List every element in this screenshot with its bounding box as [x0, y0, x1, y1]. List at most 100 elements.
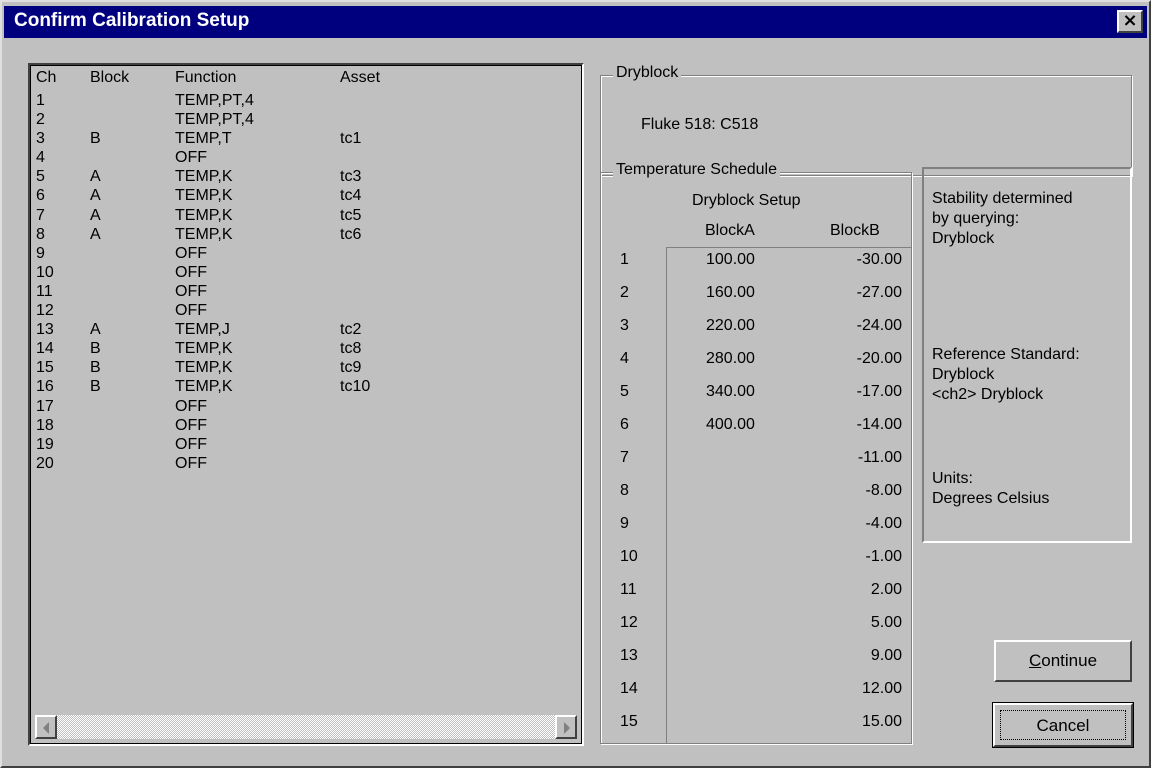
horizontal-scrollbar[interactable] — [35, 715, 577, 739]
row-function: TEMP,PT,4 — [175, 111, 254, 129]
block-b-heading: BlockB — [830, 222, 880, 239]
row-function: OFF — [175, 149, 207, 167]
list-item[interactable]: 12 OFF — [30, 301, 582, 320]
cancel-label: Cancel — [1000, 710, 1126, 740]
list-item[interactable]: 2 TEMP,PT,4 — [30, 110, 582, 129]
row-ch: 19 — [36, 435, 54, 453]
row-block: B — [90, 359, 101, 377]
schedule-step: 6 — [620, 416, 629, 433]
block-a-value: 100.00 — [706, 251, 755, 268]
list-item[interactable]: 5 A TEMP,K tc3 — [30, 167, 582, 186]
row-function: TEMP,K — [175, 359, 233, 377]
row-ch: 13 — [36, 321, 54, 339]
schedule-step: 14 — [620, 680, 638, 697]
row-function: TEMP,K — [175, 206, 233, 224]
list-item[interactable]: 4 OFF — [30, 148, 582, 167]
row-asset: tc2 — [340, 321, 362, 339]
row-asset: tc4 — [340, 187, 362, 205]
block-b-value: -1.00 — [865, 548, 902, 565]
row-ch: 18 — [36, 416, 54, 434]
dryblock-value: Fluke 518: C518 — [641, 116, 759, 133]
block-b-value: -20.00 — [856, 350, 902, 367]
continue-button[interactable]: Continue — [994, 640, 1132, 682]
list-item[interactable]: 13 A TEMP,J tc2 — [30, 320, 582, 339]
row-ch: 20 — [36, 454, 54, 472]
title-bar[interactable]: Confirm Calibration Setup × — [4, 6, 1147, 38]
window-title: Confirm Calibration Setup — [14, 10, 250, 31]
list-item[interactable]: 16 B TEMP,K tc10 — [30, 377, 582, 396]
list-item[interactable]: 1 TEMP,PT,4 — [30, 91, 582, 110]
list-item[interactable]: 19 OFF — [30, 435, 582, 454]
reference-line-3: <ch2> Dryblock — [932, 386, 1044, 403]
reference-line-2: Dryblock — [932, 366, 995, 383]
schedule-step: 4 — [620, 350, 629, 367]
row-block: A — [90, 206, 101, 224]
list-item[interactable]: 3 B TEMP,T tc1 — [30, 129, 582, 148]
schedule-row: 10 -1.00 — [600, 544, 912, 577]
block-b-value: -4.00 — [865, 515, 902, 532]
units-info: Units: Degrees Celsius — [932, 469, 1049, 509]
list-item[interactable]: 6 A TEMP,K tc4 — [30, 186, 582, 205]
list-item[interactable]: 9 OFF — [30, 244, 582, 263]
row-ch: 15 — [36, 359, 54, 377]
list-item[interactable]: 20 OFF — [30, 454, 582, 473]
channel-list[interactable]: Ch Block Function Asset 1 TEMP,PT,4 2 TEMP,… — [28, 63, 584, 746]
row-asset: tc8 — [340, 340, 362, 358]
row-function: OFF — [175, 397, 207, 415]
row-block: A — [90, 225, 101, 243]
row-ch: 1 — [36, 92, 45, 109]
schedule-row: 8 -8.00 — [600, 478, 912, 511]
arrow-left-icon — [43, 722, 49, 734]
block-a-value: 160.00 — [706, 284, 755, 301]
scroll-left-button[interactable] — [35, 715, 57, 739]
channel-rows: 1 TEMP,PT,4 2 TEMP,PT,4 3 B TEMP,T tc1 4 OFF 5 A TEM… — [30, 91, 582, 473]
list-item[interactable]: 7 A TEMP,K tc5 — [30, 206, 582, 225]
list-item[interactable]: 18 OFF — [30, 416, 582, 435]
schedule-row: 1 100.00 -30.00 — [600, 247, 912, 280]
row-asset: tc10 — [340, 378, 371, 396]
arrow-right-icon — [564, 722, 570, 734]
row-block: B — [90, 378, 101, 396]
row-block: B — [90, 130, 101, 148]
block-b-value: 5.00 — [870, 614, 902, 631]
list-item[interactable]: 10 OFF — [30, 263, 582, 282]
row-ch: 5 — [36, 168, 45, 186]
schedule-step: 15 — [620, 713, 638, 730]
schedule-step: 12 — [620, 614, 638, 631]
row-asset: tc5 — [340, 206, 362, 224]
row-ch: 17 — [36, 397, 54, 415]
schedule-row: 13 9.00 — [600, 643, 912, 676]
list-item[interactable]: 17 OFF — [30, 397, 582, 416]
block-a-value: 340.00 — [706, 383, 755, 400]
cancel-button[interactable]: Cancel — [992, 702, 1134, 748]
header-block: Block — [90, 69, 130, 86]
row-function: OFF — [175, 454, 207, 472]
stability-line-2: by querying: — [932, 210, 1020, 227]
schedule-row: 2 160.00 -27.00 — [600, 280, 912, 313]
row-function: TEMP,PT,4 — [175, 92, 254, 109]
row-function: OFF — [175, 416, 207, 434]
block-a-value: 280.00 — [706, 350, 755, 367]
schedule-row: 3 220.00 -24.00 — [600, 313, 912, 346]
row-ch: 10 — [36, 263, 54, 281]
row-ch: 6 — [36, 187, 45, 205]
row-function: TEMP,K — [175, 378, 233, 396]
channel-list-header: Ch Block Function Asset — [30, 69, 582, 91]
list-item[interactable]: 15 B TEMP,K tc9 — [30, 358, 582, 377]
row-ch: 3 — [36, 130, 45, 148]
scroll-right-button[interactable] — [555, 715, 577, 739]
schedule-row: 7 -11.00 — [600, 445, 912, 478]
row-block: A — [90, 187, 101, 205]
stability-line-3: Dryblock — [932, 230, 995, 247]
list-item[interactable]: 14 B TEMP,K tc8 — [30, 339, 582, 358]
schedule-step: 7 — [620, 449, 629, 466]
close-button[interactable]: × — [1117, 10, 1143, 33]
block-b-value: 15.00 — [861, 713, 902, 730]
schedule-row: 9 -4.00 — [600, 511, 912, 544]
list-item[interactable]: 8 A TEMP,K tc6 — [30, 225, 582, 244]
list-item[interactable]: 11 OFF — [30, 282, 582, 301]
row-function: OFF — [175, 282, 207, 300]
row-function: OFF — [175, 263, 207, 281]
continue-accelerator: C — [1028, 651, 1042, 670]
continue-label: ontinue — [1041, 651, 1098, 670]
